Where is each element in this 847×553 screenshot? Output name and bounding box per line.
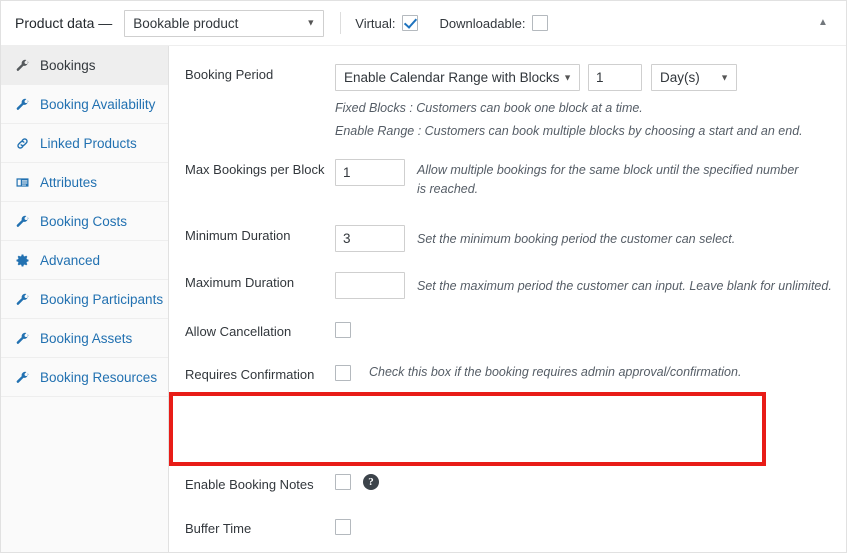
page-title: Product data — <box>15 15 113 31</box>
field-row-minimum-duration: Minimum Duration Set the minimum booking… <box>169 225 846 252</box>
sidebar-item-booking-availability[interactable]: Booking Availability <box>1 85 168 124</box>
product-type-select[interactable]: Bookable product ▼ <box>124 9 325 37</box>
sidebar-item-label: Booking Costs <box>40 213 128 229</box>
sidebar-item-booking-costs[interactable]: Booking Costs <box>1 202 168 241</box>
maximum-duration-desc: Set the maximum period the customer can … <box>417 279 832 293</box>
max-bookings-per-block-input[interactable] <box>335 159 405 186</box>
gear-icon <box>13 251 31 269</box>
field-row-requires-confirmation: Requires Confirmation Check this box if … <box>169 364 846 383</box>
requires-confirmation-desc: Check this box if the booking requires a… <box>369 365 742 379</box>
field-row-enable-booking-notes: Enable Booking Notes ? <box>169 474 846 493</box>
product-type-value: Bookable product <box>133 15 239 31</box>
field-row-maximum-duration: Maximum Duration Set the maximum period … <box>169 272 846 299</box>
wrench-icon <box>13 368 31 386</box>
sidebar-item-booking-participants[interactable]: Booking Participants <box>1 280 168 319</box>
booking-period-unit-select[interactable]: Day(s) ▼ <box>651 64 737 91</box>
sidebar-item-booking-resources[interactable]: Booking Resources <box>1 358 168 397</box>
header-divider <box>340 12 342 34</box>
sidebar-item-label: Linked Products <box>40 135 137 151</box>
max-bookings-per-block-label: Max Bookings per Block <box>185 162 325 177</box>
virtual-label: Virtual: <box>355 15 396 31</box>
field-row-max-bookings-per-block: Max Bookings per Block Allow multiple bo… <box>169 159 846 199</box>
booking-period-desc-fixed-blocks: Fixed Blocks : Customers can book one bl… <box>335 101 643 115</box>
enable-booking-notes-label: Enable Booking Notes <box>185 477 314 492</box>
sidebar-item-label: Booking Participants <box>40 291 164 307</box>
requires-confirmation-checkbox[interactable] <box>335 365 351 381</box>
downloadable-checkbox[interactable] <box>531 15 548 31</box>
sidebar-item-booking-assets[interactable]: Booking Assets <box>1 319 168 358</box>
booking-period-mode-value: Enable Calendar Range with Blocks <box>344 70 560 85</box>
sidebar-item-advanced[interactable]: Advanced <box>1 241 168 280</box>
maximum-duration-label: Maximum Duration <box>185 275 295 290</box>
sidebar-item-label: Booking Resources <box>40 369 158 385</box>
sidebar-item-label: Booking Availability <box>40 96 156 112</box>
field-row-allow-cancellation: Allow Cancellation <box>169 321 846 340</box>
link-icon <box>13 134 31 152</box>
chevron-up-icon: ▲ <box>818 17 828 28</box>
chevron-down-icon: ▼ <box>720 72 729 82</box>
product-data-panel: Product data — Bookable product ▼ Virtua… <box>0 0 847 553</box>
sidebar-item-label: Advanced <box>40 252 101 268</box>
bookings-per-night-highlight <box>169 392 766 466</box>
sidebar-item-label: Bookings <box>40 57 96 73</box>
field-row-booking-period: Booking Period Enable Calendar Range wit… <box>169 64 846 143</box>
product-data-sidebar: Bookings Booking Availability Linked Pro… <box>1 46 169 552</box>
virtual-checkbox[interactable] <box>401 15 418 31</box>
sidebar-item-label: Booking Assets <box>40 330 133 346</box>
requires-confirmation-label: Requires Confirmation <box>185 367 315 382</box>
list-view-icon <box>13 173 31 191</box>
downloadable-checkbox-group: Downloadable: <box>440 15 548 31</box>
help-icon[interactable]: ? <box>363 474 379 490</box>
wrench-icon <box>13 56 31 74</box>
buffer-time-checkbox[interactable] <box>335 519 351 535</box>
enable-booking-notes-checkbox[interactable] <box>335 474 351 490</box>
virtual-checkbox-group: Virtual: <box>355 15 418 31</box>
downloadable-label: Downloadable: <box>439 15 526 31</box>
bookings-settings-form: Booking Period Enable Calendar Range wit… <box>169 46 846 552</box>
allow-cancellation-checkbox[interactable] <box>335 322 351 338</box>
panel-body: Bookings Booking Availability Linked Pro… <box>1 46 846 552</box>
sidebar-item-label: Attributes <box>40 174 98 190</box>
sidebar-item-linked-products[interactable]: Linked Products <box>1 124 168 163</box>
booking-period-unit-value: Day(s) <box>660 70 700 85</box>
minimum-duration-desc: Set the minimum booking period the custo… <box>417 232 736 246</box>
buffer-time-label: Buffer Time <box>185 521 252 536</box>
booking-period-duration-input[interactable] <box>588 64 642 91</box>
wrench-icon <box>13 212 31 230</box>
max-bookings-per-block-desc: Allow multiple bookings for the same blo… <box>417 163 799 196</box>
sidebar-item-attributes[interactable]: Attributes <box>1 163 168 202</box>
allow-cancellation-label: Allow Cancellation <box>185 324 292 339</box>
wrench-icon <box>13 95 31 113</box>
minimum-duration-label: Minimum Duration <box>185 228 291 243</box>
field-row-buffer-time: Buffer Time <box>169 518 846 537</box>
wrench-icon <box>13 329 31 347</box>
collapse-panel-toggle[interactable]: ▲ <box>814 14 832 32</box>
booking-period-label: Booking Period <box>185 67 274 82</box>
booking-period-desc-enable-range: Enable Range : Customers can book multip… <box>335 124 803 138</box>
wrench-icon <box>13 290 31 308</box>
minimum-duration-input[interactable] <box>335 225 405 252</box>
sidebar-item-bookings[interactable]: Bookings <box>1 46 168 85</box>
panel-header: Product data — Bookable product ▼ Virtua… <box>1 1 846 46</box>
maximum-duration-input[interactable] <box>335 272 405 299</box>
chevron-down-icon: ▼ <box>563 72 572 82</box>
booking-period-mode-select[interactable]: Enable Calendar Range with Blocks ▼ <box>335 64 580 91</box>
chevron-down-icon: ▼ <box>306 17 316 28</box>
